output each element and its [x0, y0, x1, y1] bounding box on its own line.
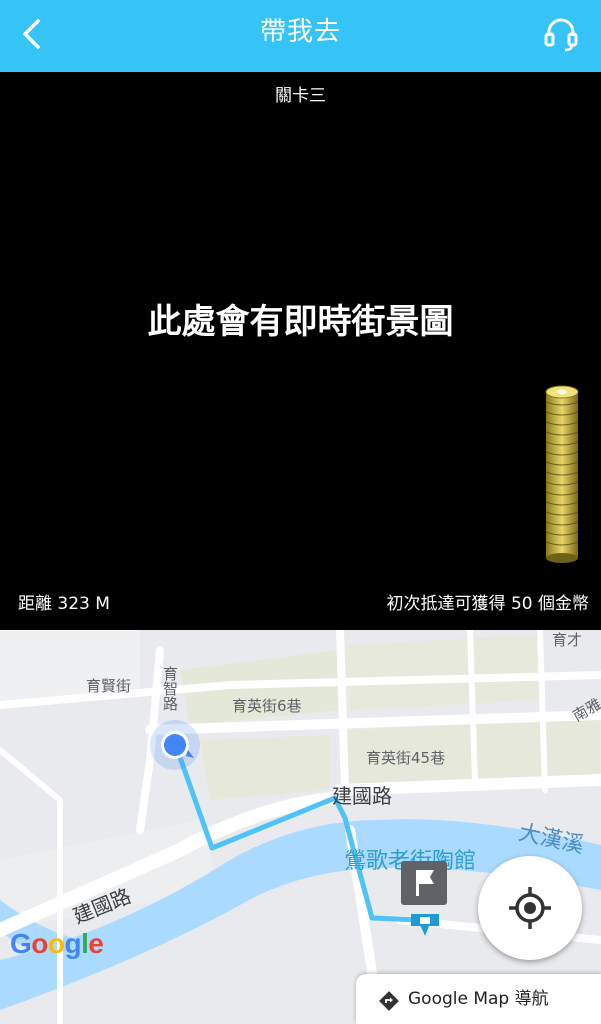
street-label: 育賢街: [86, 677, 132, 695]
level-label: 關卡三: [275, 86, 326, 106]
app-header: 帶我去: [0, 0, 601, 72]
google-logo-letter: o: [31, 928, 48, 959]
street-view-panel: 關卡三 此處會有即時街景圖 距離 323 M 初次抵達可獲得 50 個金幣: [0, 72, 601, 630]
google-logo-letter: e: [88, 928, 104, 959]
distance-text: 距離 323 M: [18, 594, 110, 614]
street-label: 育智路: [161, 666, 179, 711]
headset-icon[interactable]: [541, 14, 581, 54]
street-view-placeholder: 此處會有即時街景圖: [147, 302, 454, 342]
google-logo-letter: l: [81, 928, 89, 959]
google-logo-letter: G: [10, 928, 32, 959]
google-logo: Google: [10, 928, 104, 960]
google-map-nav-button[interactable]: Google Map 導航: [356, 974, 601, 1024]
reward-text: 初次抵達可獲得 50 個金幣: [386, 594, 589, 614]
street-label: 建國路: [332, 784, 392, 808]
coin-stack-icon[interactable]: [544, 384, 580, 564]
street-label: 育英街6巷: [232, 697, 302, 715]
street-label: 育才: [552, 631, 583, 649]
directions-icon: [379, 991, 399, 1011]
crosshair-icon: [509, 887, 551, 929]
google-logo-letter: g: [64, 928, 82, 959]
locate-me-button[interactable]: [478, 856, 582, 960]
google-logo-letter: o: [47, 928, 65, 959]
street-label: 育英街45巷: [366, 749, 446, 767]
page-title: 帶我去: [259, 17, 341, 47]
user-location-icon: [150, 720, 200, 770]
destination-flag-icon[interactable]: [400, 860, 450, 940]
nav-button-label: Google Map 導航: [408, 989, 549, 1009]
map-view[interactable]: 育賢街 育智路 育英街6巷 育英街45巷 建國路 建國路 大漢溪 鶯歌老街陶館 …: [0, 630, 601, 1024]
